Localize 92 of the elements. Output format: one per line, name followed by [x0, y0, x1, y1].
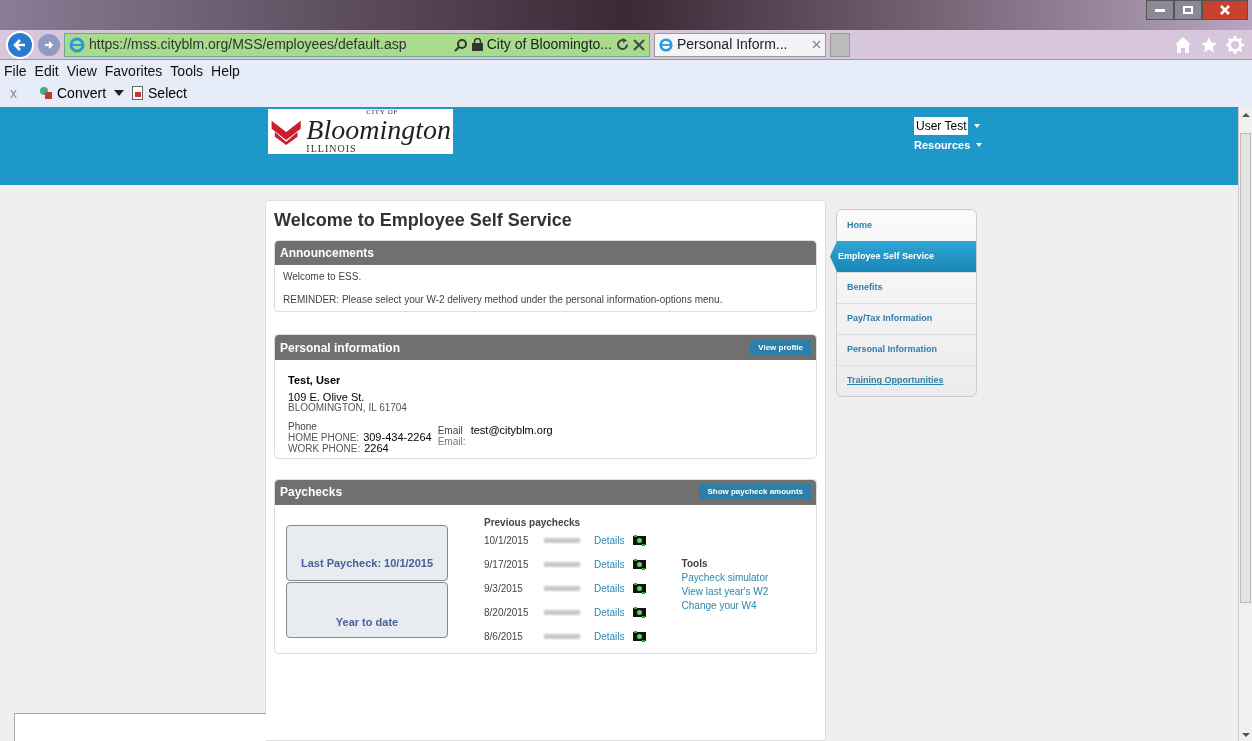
paycheck-date: 8/6/2015: [484, 630, 524, 644]
paycheck-date: 10/1/2015: [484, 534, 530, 548]
nav-item[interactable]: Pay/Tax Information: [837, 303, 976, 334]
phone-value: 2264: [364, 442, 389, 454]
summary-tile[interactable]: Last Paycheck: 10/1/2015: [286, 524, 448, 581]
menu-item[interactable]: File: [4, 60, 27, 82]
address-text: https://mss.cityblm.org/MSS/employees/default.asp: [89, 35, 407, 54]
caret-icon[interactable]: [114, 89, 125, 97]
back-arrow-icon: [13, 37, 27, 52]
menu-item[interactable]: View: [66, 60, 97, 82]
nav-item[interactable]: Home: [837, 210, 976, 241]
browser-logo-icon: [69, 36, 85, 53]
tool-link[interactable]: View last year's W2: [681, 584, 769, 599]
page-title: Welcome to Employee Self Service: [274, 209, 573, 232]
menu-item[interactable]: Tools: [170, 60, 204, 82]
street-address: 109 E. Olive St.: [288, 390, 366, 403]
card-title: Paychecks: [280, 484, 343, 501]
section-label: Tools: [681, 556, 709, 571]
redacted-amount: [544, 538, 580, 543]
menu-item[interactable]: Edit: [34, 60, 59, 82]
section-label: Previous paychecks: [484, 515, 582, 530]
details-link[interactable]: Details: [594, 581, 625, 596]
redacted-amount: [544, 634, 580, 639]
user-menu[interactable]: User Test: [914, 117, 969, 135]
scroll-down-icon[interactable]: [1241, 731, 1250, 739]
resources-menu[interactable]: Resources: [914, 137, 971, 154]
summary-tile[interactable]: Year to date: [286, 581, 448, 638]
redacted-amount: [544, 562, 580, 567]
minimize-button[interactable]: [1146, 0, 1174, 20]
stop-icon[interactable]: [633, 38, 645, 51]
email-label: Email: [437, 424, 463, 436]
scroll-up-icon[interactable]: [1241, 111, 1250, 119]
tile-label: Last Paycheck: 10/1/2015: [300, 556, 434, 571]
menu-item[interactable]: Favorites: [104, 60, 163, 82]
menu-item[interactable]: Help: [211, 60, 240, 82]
email-label: Email:: [437, 435, 467, 447]
details-link[interactable]: Details: [594, 557, 625, 572]
view-profile-button[interactable]: View profile: [750, 339, 811, 356]
announcement-text: Welcome to ESS.: [283, 270, 363, 284]
nav-item[interactable]: Benefits: [837, 272, 976, 303]
close-button[interactable]: [1202, 0, 1248, 20]
forward-arrow-icon: [44, 39, 54, 50]
show-amounts-button[interactable]: Show paycheck amounts: [699, 484, 811, 500]
paycheck-date: 8/20/2015: [484, 606, 530, 620]
phone-label: Phone: [288, 420, 318, 432]
city-address: BLOOMINGTON, IL 61704: [288, 402, 408, 413]
close-icon: [1219, 4, 1231, 16]
address-bar[interactable]: https://mss.cityblm.org/MSS/employees/default.asp City of Bloomingto...: [64, 32, 650, 57]
card-title: Personal information: [280, 339, 401, 357]
tool-link[interactable]: Change your W4: [681, 598, 769, 613]
nav-item[interactable]: Employee Self Service: [830, 241, 976, 272]
nav-item[interactable]: Personal Information: [837, 334, 976, 365]
redacted-amount: [544, 610, 580, 615]
tile-label: Year to date: [335, 615, 399, 630]
convert-icon: [39, 86, 53, 100]
paycheck-date: 9/3/2015: [484, 582, 524, 596]
card-title: Announcements: [280, 245, 374, 262]
details-link[interactable]: Details: [594, 629, 625, 644]
close-icon[interactable]: [811, 40, 821, 49]
forward-button[interactable]: [38, 33, 60, 56]
logo-subtitle: ILLINOIS: [306, 144, 357, 154]
money-icon[interactable]: [632, 631, 646, 642]
nav-item[interactable]: Training Opportunities: [837, 365, 976, 396]
browser-tab[interactable]: Personal Inform...: [654, 32, 826, 57]
phone-value: 309-434-2264: [363, 431, 432, 443]
select-icon: [132, 86, 145, 100]
star-icon[interactable]: [1200, 35, 1218, 54]
restore-button[interactable]: [1174, 0, 1202, 20]
details-link[interactable]: Details: [594, 533, 625, 548]
refresh-icon[interactable]: [616, 38, 629, 51]
paycheck-date: 9/17/2015: [484, 558, 530, 572]
money-icon[interactable]: [632, 607, 646, 618]
lock-icon: [471, 38, 483, 51]
site-identity-text: City of Bloomingto...: [486, 35, 612, 54]
details-link[interactable]: Details: [594, 605, 625, 620]
money-icon[interactable]: [632, 535, 646, 546]
browser-logo-icon: [659, 37, 673, 52]
email-value: test@cityblm.org: [470, 424, 553, 436]
back-button[interactable]: [6, 30, 34, 59]
convert-button[interactable]: Convert: [57, 82, 107, 104]
money-icon[interactable]: [632, 583, 646, 594]
announcement-text: REMINDER: Please select your W-2 delivery method under the personal information-options menu.: [283, 293, 724, 307]
tool-link[interactable]: Paycheck simulator: [681, 570, 769, 585]
money-icon[interactable]: [632, 559, 646, 570]
redacted-amount: [544, 586, 580, 591]
phone-label: WORK PHONE:: [288, 442, 361, 454]
logo-title: Bloomington: [306, 116, 451, 144]
phone-label: HOME PHONE:: [288, 431, 360, 443]
close-toolbar-button[interactable]: x: [10, 82, 17, 104]
employee-name: Test, User: [288, 373, 342, 388]
search-icon[interactable]: [453, 37, 468, 52]
select-button[interactable]: Select: [148, 82, 187, 104]
